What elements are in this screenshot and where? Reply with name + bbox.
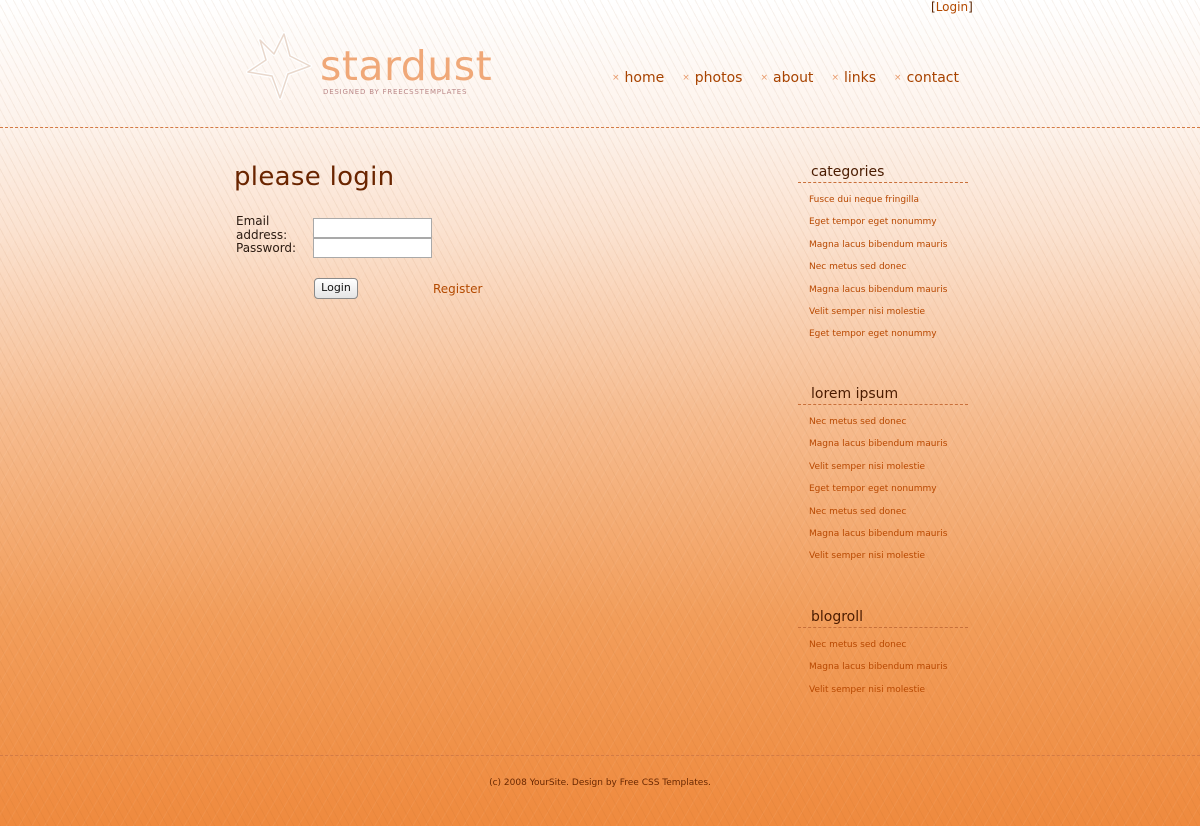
sidebar-link[interactable]: Eget tempor eget nonummy bbox=[809, 484, 937, 494]
main-content: please login Email address: Password: Lo… bbox=[234, 162, 754, 299]
nav-about[interactable]: × about bbox=[760, 70, 813, 86]
sidebar-link[interactable]: Nec metus sed donec bbox=[809, 262, 906, 272]
bracket-close: ] bbox=[968, 0, 973, 14]
main-nav: × home × photos × about × links × contact bbox=[612, 70, 977, 86]
sidebar-lorem-ipsum: lorem ipsum Nec metus sed donec Magna la… bbox=[798, 386, 968, 574]
sidebar-heading: blogroll bbox=[811, 609, 864, 625]
list-item: Magna lacus bibendum mauris bbox=[809, 240, 968, 262]
sidebar-divider bbox=[798, 404, 968, 405]
password-field[interactable] bbox=[313, 238, 432, 258]
list-item: Velit semper nisi molestie bbox=[809, 685, 968, 707]
nav-bullet-icon: × bbox=[831, 73, 839, 83]
nav-photos[interactable]: × photos bbox=[682, 70, 742, 86]
register-link[interactable]: Register bbox=[433, 282, 482, 296]
sidebar-link[interactable]: Magna lacus bibendum mauris bbox=[809, 240, 947, 250]
sidebar-link[interactable]: Fusce dui neque fringilla bbox=[809, 195, 919, 205]
list-item: Velit semper nisi molestie bbox=[809, 551, 968, 573]
footer-text: (c) 2008 YourSite. Design by Free CSS Te… bbox=[489, 778, 711, 788]
password-label: Password: bbox=[236, 241, 297, 255]
list-item: Magna lacus bibendum mauris bbox=[809, 662, 968, 684]
list-item: Eget tempor eget nonummy bbox=[809, 484, 968, 506]
sidebar-link[interactable]: Magna lacus bibendum mauris bbox=[809, 529, 947, 539]
top-login-area: [Login] bbox=[931, 0, 973, 14]
list-item: Nec metus sed donec bbox=[809, 262, 968, 284]
list-item: Eget tempor eget nonummy bbox=[809, 217, 968, 239]
sidebar-link[interactable]: Magna lacus bibendum mauris bbox=[809, 285, 947, 295]
list-item: Velit semper nisi molestie bbox=[809, 307, 968, 329]
email-field[interactable] bbox=[313, 218, 432, 238]
sidebar-heading: categories bbox=[811, 164, 885, 180]
sidebar-link[interactable]: Velit semper nisi molestie bbox=[809, 685, 925, 695]
login-button[interactable]: Login bbox=[314, 278, 358, 299]
sidebar-link[interactable]: Eget tempor eget nonummy bbox=[809, 217, 937, 227]
sidebar-divider bbox=[798, 182, 968, 183]
sidebar-blogroll: blogroll Nec metus sed donec Magna lacus… bbox=[798, 609, 968, 707]
sidebar-link[interactable]: Eget tempor eget nonummy bbox=[809, 329, 937, 339]
logo-title: stardust bbox=[320, 42, 493, 90]
header-divider bbox=[0, 127, 1200, 128]
sidebar-link[interactable]: Nec metus sed donec bbox=[809, 417, 906, 427]
sidebar-categories: categories Fusce dui neque fringilla Ege… bbox=[798, 164, 968, 352]
nav-label: contact bbox=[906, 70, 959, 86]
list-item: Nec metus sed donec bbox=[809, 640, 968, 662]
nav-bullet-icon: × bbox=[894, 73, 902, 83]
list-item: Eget tempor eget nonummy bbox=[809, 329, 968, 351]
sidebar-link[interactable]: Nec metus sed donec bbox=[809, 507, 906, 517]
password-row: Password: bbox=[236, 238, 432, 258]
nav-links[interactable]: × links bbox=[831, 70, 876, 86]
sidebar-link[interactable]: Magna lacus bibendum mauris bbox=[809, 662, 947, 672]
nav-bullet-icon: × bbox=[760, 73, 769, 83]
nav-home[interactable]: × home bbox=[612, 70, 664, 86]
list-item: Magna lacus bibendum mauris bbox=[809, 529, 968, 551]
logo-subtitle: DESIGNED BY FREECSSTEMPLATES bbox=[323, 88, 468, 96]
list-item: Fusce dui neque fringilla bbox=[809, 195, 968, 217]
top-login-link[interactable]: Login bbox=[936, 0, 968, 14]
list-item: Velit semper nisi molestie bbox=[809, 462, 968, 484]
footer-divider bbox=[0, 755, 1200, 756]
page-title: please login bbox=[234, 162, 395, 192]
list-item: Magna lacus bibendum mauris bbox=[809, 285, 968, 307]
sidebar-link[interactable]: Velit semper nisi molestie bbox=[809, 551, 925, 561]
sidebar-heading: lorem ipsum bbox=[811, 386, 899, 402]
sidebar-divider bbox=[798, 627, 968, 628]
star-logo-icon bbox=[246, 32, 312, 100]
sidebar-link[interactable]: Nec metus sed donec bbox=[809, 640, 906, 650]
nav-label: about bbox=[773, 70, 814, 86]
sidebar-link[interactable]: Magna lacus bibendum mauris bbox=[809, 439, 947, 449]
nav-label: photos bbox=[694, 70, 743, 86]
sidebar-link[interactable]: Velit semper nisi molestie bbox=[809, 462, 925, 472]
list-item: Magna lacus bibendum mauris bbox=[809, 439, 968, 461]
nav-bullet-icon: × bbox=[682, 73, 690, 83]
nav-label: home bbox=[624, 70, 665, 86]
nav-contact[interactable]: × contact bbox=[894, 70, 959, 86]
nav-bullet-icon: × bbox=[612, 73, 620, 83]
list-item: Nec metus sed donec bbox=[809, 507, 968, 529]
list-item: Nec metus sed donec bbox=[809, 417, 968, 439]
site-logo[interactable]: stardust DESIGNED BY FREECSSTEMPLATES bbox=[240, 30, 500, 110]
nav-label: links bbox=[843, 70, 877, 86]
sidebar-link[interactable]: Velit semper nisi molestie bbox=[809, 307, 925, 317]
